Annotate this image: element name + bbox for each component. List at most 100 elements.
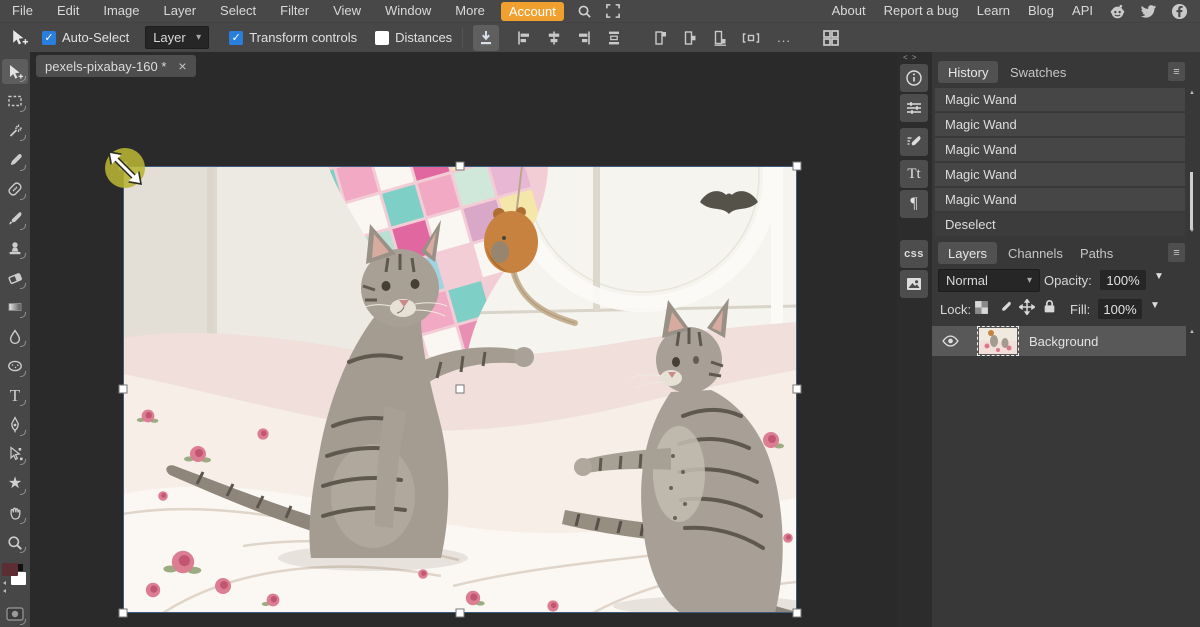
menu-report-bug[interactable]: Report a bug xyxy=(875,0,968,22)
facebook-icon[interactable] xyxy=(1171,3,1188,20)
lock-paint-icon[interactable] xyxy=(997,299,1013,318)
canvas-area[interactable]: pexels-pixabay-160 * × xyxy=(30,40,897,627)
align-center-h-icon[interactable] xyxy=(545,29,563,47)
css-panel-button[interactable]: css xyxy=(900,240,928,268)
menu-more[interactable]: More xyxy=(443,0,497,22)
distribute-v-icon[interactable] xyxy=(605,29,623,47)
tool-shape-star[interactable]: ★ xyxy=(2,471,28,496)
menu-learn[interactable]: Learn xyxy=(968,0,1019,22)
align-bottom-icon[interactable] xyxy=(711,29,729,47)
tool-clone-stamp[interactable] xyxy=(2,236,28,261)
color-swatches[interactable] xyxy=(2,563,28,594)
align-right-icon[interactable] xyxy=(575,29,593,47)
history-item[interactable]: Magic Wand xyxy=(935,163,1185,187)
tool-path-select[interactable] xyxy=(2,442,28,467)
collapse-strip-icon[interactable]: < > xyxy=(903,53,918,62)
history-scroll-up-icon[interactable]: ▲ xyxy=(1189,90,1195,96)
history-item[interactable]: Magic Wand xyxy=(935,88,1185,112)
tool-pen[interactable] xyxy=(2,412,28,437)
history-menu-button[interactable]: ≡ xyxy=(1168,62,1185,81)
layer-thumbnail[interactable] xyxy=(977,326,1019,356)
document-tab[interactable]: pexels-pixabay-160 * × xyxy=(36,55,196,77)
tool-gradient[interactable] xyxy=(2,295,28,320)
align-middle-icon[interactable] xyxy=(681,29,699,47)
tool-spot-heal[interactable] xyxy=(2,177,28,202)
adjustments-panel-button[interactable] xyxy=(900,94,928,122)
menu-filter[interactable]: Filter xyxy=(268,0,321,22)
tool-dodge-burn[interactable] xyxy=(2,353,28,378)
tool-move[interactable] xyxy=(2,59,28,85)
transform-handle-n[interactable] xyxy=(455,161,465,171)
tab-swatches[interactable]: Swatches xyxy=(1000,61,1076,83)
history-item[interactable]: Magic Wand xyxy=(935,113,1185,137)
character-panel-button[interactable]: Tt xyxy=(900,160,928,188)
history-item[interactable]: Magic Wand xyxy=(935,188,1185,212)
canvas-image[interactable] xyxy=(118,40,813,618)
grid-view-icon[interactable] xyxy=(821,28,841,48)
blend-mode-dropdown[interactable]: Normal ▾ xyxy=(938,269,1040,292)
transform-handle-sw[interactable] xyxy=(118,608,128,618)
distribute-h-icon[interactable] xyxy=(741,29,761,47)
layers-scroll-up-icon[interactable]: ▲ xyxy=(1189,329,1195,335)
transform-handle-e[interactable] xyxy=(792,384,802,394)
search-icon[interactable] xyxy=(577,4,592,19)
paragraph-panel-button[interactable]: ¶ xyxy=(900,190,928,218)
menu-layer[interactable]: Layer xyxy=(152,0,209,22)
tool-rectangle-select[interactable] xyxy=(2,88,28,113)
history-item-current[interactable]: Deselect xyxy=(935,213,1185,237)
tool-zoom[interactable] xyxy=(2,530,28,555)
tab-paths[interactable]: Paths xyxy=(1070,242,1123,264)
close-tab-icon[interactable]: × xyxy=(178,59,186,73)
fullscreen-icon[interactable] xyxy=(605,4,620,18)
brush-panel-button[interactable] xyxy=(900,128,928,156)
align-left-icon[interactable] xyxy=(515,29,533,47)
menu-select[interactable]: Select xyxy=(208,0,268,22)
tool-eyedropper[interactable] xyxy=(2,147,28,172)
tool-brush[interactable] xyxy=(2,206,28,231)
transform-handle-center[interactable] xyxy=(455,384,465,394)
menu-edit[interactable]: Edit xyxy=(45,0,91,22)
reddit-icon[interactable] xyxy=(1109,3,1126,20)
distances-checkbox[interactable]: Distances xyxy=(375,30,452,45)
lock-transparency-icon[interactable] xyxy=(974,300,989,318)
transform-handle-nw[interactable] xyxy=(118,161,128,171)
history-scroll-down-icon[interactable]: ▼ xyxy=(1189,228,1195,234)
menu-image[interactable]: Image xyxy=(91,0,151,22)
transform-handle-se[interactable] xyxy=(792,608,802,618)
quick-mask-button[interactable] xyxy=(2,601,28,626)
tool-eraser[interactable] xyxy=(2,265,28,290)
export-button[interactable] xyxy=(473,24,500,51)
tab-channels[interactable]: Channels xyxy=(998,242,1073,264)
auto-select-checkbox[interactable]: ✓ Auto-Select xyxy=(42,30,129,45)
tab-layers[interactable]: Layers xyxy=(938,242,998,264)
transform-controls-checkbox[interactable]: ✓ Transform controls xyxy=(229,30,357,45)
image-panel-button[interactable] xyxy=(900,270,928,298)
tool-blur[interactable] xyxy=(2,324,28,349)
opacity-value[interactable]: 100% xyxy=(1100,270,1146,290)
align-top-icon[interactable] xyxy=(651,29,669,47)
menu-blog[interactable]: Blog xyxy=(1019,0,1063,22)
account-button[interactable]: Account xyxy=(500,1,564,21)
menu-view[interactable]: View xyxy=(321,0,373,22)
transform-handle-s[interactable] xyxy=(455,608,465,618)
menu-api[interactable]: API xyxy=(1063,0,1102,22)
target-select-dropdown[interactable]: Layer ▾ xyxy=(145,26,210,49)
menu-window[interactable]: Window xyxy=(373,0,443,22)
layer-visibility-toggle[interactable] xyxy=(942,334,959,348)
layer-row-background[interactable]: Background xyxy=(932,326,1186,356)
lock-position-icon[interactable] xyxy=(1018,298,1036,318)
history-item[interactable]: Magic Wand xyxy=(935,138,1185,162)
fill-slider-arrow[interactable]: ▼ xyxy=(1150,300,1160,311)
menu-file[interactable]: File xyxy=(0,0,45,22)
transform-handle-w[interactable] xyxy=(118,384,128,394)
opacity-slider-arrow[interactable]: ▼ xyxy=(1154,271,1164,282)
menu-about[interactable]: About xyxy=(823,0,875,22)
tool-hand[interactable] xyxy=(2,501,28,526)
more-options[interactable]: ... xyxy=(777,30,791,45)
fill-value[interactable]: 100% xyxy=(1098,299,1142,319)
transform-handle-ne[interactable] xyxy=(792,161,802,171)
layers-menu-button[interactable]: ≡ xyxy=(1168,243,1185,262)
history-scrollbar-thumb[interactable] xyxy=(1190,172,1193,230)
tab-history[interactable]: History xyxy=(938,61,999,83)
info-panel-button[interactable] xyxy=(900,64,928,92)
